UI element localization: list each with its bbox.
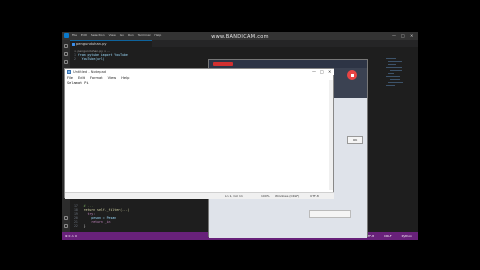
menu-help[interactable]: Help — [154, 33, 161, 37]
notepad-status-bar: Ln 1, Col 11 100% Windows (CRLF) UTF-8 — [65, 192, 334, 199]
tab-label: pengunduhan.py — [76, 41, 107, 46]
notepad-title: Untitled - Notepad — [73, 69, 107, 74]
notepad-minimize-button[interactable]: — — [312, 69, 316, 74]
notepad-zoom: 100% — [261, 194, 270, 198]
notepad-menu-file[interactable]: File — [67, 76, 73, 80]
account-icon[interactable] — [64, 216, 68, 220]
bandicam-ok-button[interactable]: OK — [347, 136, 363, 144]
notepad-scrollbar[interactable] — [329, 80, 333, 190]
notepad-maximize-button[interactable]: □ — [320, 69, 324, 74]
line-ending[interactable]: CRLF — [384, 234, 392, 238]
bandicam-logo — [213, 61, 233, 66]
stop-icon — [350, 73, 354, 77]
gear-icon[interactable] — [64, 224, 68, 228]
search-icon[interactable] — [64, 52, 68, 56]
notepad-icon — [67, 70, 71, 74]
editor-tab-bar: pengunduhan.py — [70, 40, 418, 47]
source-control-icon[interactable] — [64, 60, 68, 64]
notepad-line-ending: Windows (CRLF) — [275, 194, 300, 198]
notepad-menu-edit[interactable]: Edit — [78, 76, 85, 80]
line-number: 2 — [74, 57, 76, 61]
notepad-content: Selamat Pi — [67, 80, 89, 85]
explorer-icon[interactable] — [64, 44, 68, 48]
vscode-logo-icon — [64, 33, 69, 38]
vscode-window: File Edit Selection View Go Run Terminal… — [62, 32, 418, 240]
language-mode[interactable]: Python — [402, 234, 412, 238]
line-number: 22 — [74, 224, 78, 228]
bandicam-header — [209, 60, 367, 68]
recorder-watermark: www.BANDICAM.com — [211, 34, 269, 40]
bandicam-input[interactable] — [309, 210, 351, 218]
python-file-icon — [72, 42, 75, 46]
notepad-menu-format[interactable]: Format — [90, 76, 103, 80]
notepad-titlebar: Untitled - Notepad — □ ✕ — [65, 69, 334, 75]
code-text: } — [79, 224, 86, 228]
menu-run[interactable]: Run — [128, 33, 134, 37]
minimap[interactable] — [386, 58, 408, 118]
vscode-close-button[interactable]: ✕ — [410, 33, 413, 38]
menu-edit[interactable]: Edit — [81, 33, 87, 37]
vscode-menu-bar: File Edit Selection View Go Run Terminal… — [72, 33, 161, 37]
vscode-maximize-button[interactable]: □ — [401, 33, 405, 38]
code-text: YouTube(url) — [77, 57, 105, 61]
notepad-menu-bar: File Edit Format View Help — [67, 76, 129, 80]
problems-indicator[interactable]: ⊗ 0 ⚠ 0 — [65, 234, 77, 238]
code-line: 22 } — [74, 224, 86, 228]
notepad-window: Untitled - Notepad — □ ✕ File Edit Forma… — [64, 68, 334, 199]
tab-pengunduhan[interactable]: pengunduhan.py — [70, 40, 152, 47]
menu-file[interactable]: File — [72, 33, 77, 37]
menu-go[interactable]: Go — [120, 33, 124, 37]
menu-terminal[interactable]: Terminal — [138, 33, 151, 37]
menu-view[interactable]: View — [109, 33, 116, 37]
notepad-cursor-position: Ln 1, Col 11 — [225, 194, 243, 198]
code-line: 2 YouTube(url) — [74, 57, 105, 61]
notepad-menu-help[interactable]: Help — [121, 76, 129, 80]
menu-selection[interactable]: Selection — [91, 33, 105, 37]
notepad-menu-view[interactable]: View — [108, 76, 117, 80]
notepad-text-area[interactable]: Selamat Pi — [67, 80, 332, 190]
notepad-close-button[interactable]: ✕ — [328, 69, 331, 74]
vscode-minimize-button[interactable]: — — [392, 33, 396, 38]
notepad-encoding: UTF-8 — [310, 194, 319, 198]
